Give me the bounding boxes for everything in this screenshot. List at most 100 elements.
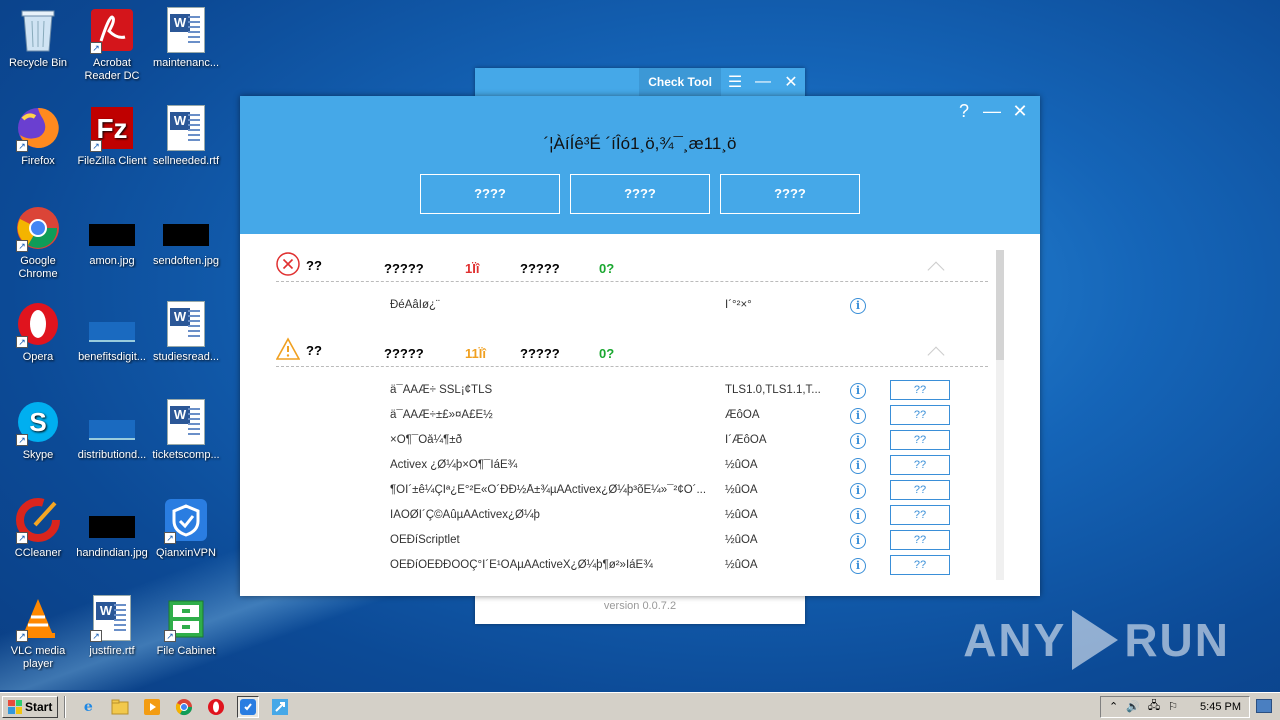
desktop-icon-label: CCleaner [14,547,62,559]
image-thumb-icon [88,496,136,544]
fix-button[interactable]: ?? [890,505,950,525]
desktop-icon-file-cabinet[interactable]: ↗ File Cabinet [148,594,224,658]
explorer-icon[interactable] [109,696,131,718]
desktop-icon-sellneeded[interactable]: W sellneeded.rtf [148,104,224,168]
minimize-icon[interactable]: — [978,100,1006,122]
fix-button[interactable]: ?? [890,530,950,550]
desktop-icon-chrome[interactable]: ↗ Google Chrome [0,204,76,281]
row-name: ä¯ÀÀÆ÷ SSL¡¢TLS [390,384,493,396]
warning-icon [276,337,300,360]
desktop-icon-recycle-bin[interactable]: Recycle Bin [0,6,76,70]
row-name: Activex ¿Ø¼þ×Ô¶¯ÌáÊ¾ [390,459,518,471]
desktop-icon-justfire[interactable]: W ↗ justfire.rtf [74,594,150,658]
action-button-3[interactable]: ???? [720,174,860,214]
desktop-icon-filezilla[interactable]: Fz ↗ FileZilla Client [74,104,150,168]
action-center-icon[interactable]: ⚐ [1168,700,1178,713]
taskbar: Start e ⌃ 🔊 🖧 ⚐ 5:45 PM [0,692,1280,720]
desktop-icon-ticketscomp[interactable]: W ticketscomp... [148,398,224,462]
info-icon[interactable]: i [850,433,866,449]
row-name: ×Ô¶¯Òå¼¶±ð [390,434,463,446]
section-count-ok: 0? [599,346,615,361]
desktop-icon-label: Recycle Bin [8,57,68,69]
chrome-icon[interactable] [173,696,195,718]
network-icon[interactable]: 🖧 [1148,697,1160,716]
desktop-icon-handindian[interactable]: handindian.jpg [74,496,150,560]
collapse-icon[interactable] [927,346,945,364]
check-tool-title[interactable]: Check Tool [639,68,721,96]
result-window[interactable]: ? — ✕ ´¦ÀíÍê³É ´íÎó1¸ö,¾¯¸æ11¸ö ???? ???… [240,96,1040,596]
desktop-icon-amon[interactable]: amon.jpg [74,204,150,268]
desktop-icon-sendoften[interactable]: sendoften.jpg [148,204,224,268]
desktop-icon-label: Firefox [21,155,55,167]
info-icon[interactable]: i [850,483,866,499]
check-tool-titlebar[interactable]: Check Tool ☰ — ✕ [475,68,805,96]
opera-icon: ↗ [14,300,62,348]
desktop-icon-firefox[interactable]: ↗ Firefox [0,104,76,168]
section-name: ?? [306,343,322,358]
fix-button[interactable]: ?? [890,555,950,575]
media-player-icon[interactable] [141,696,163,718]
check-tool-icon[interactable] [269,696,291,718]
desktop-icon-opera[interactable]: ↗ Opera [0,300,76,364]
vpn-icon[interactable] [237,695,260,718]
desktop-icon-ccleaner[interactable]: ↗ CCleaner [0,496,76,560]
desktop-icon-skype[interactable]: S ↗ Skype [0,398,76,462]
section-col-label: ????? [520,261,560,276]
opera-icon[interactable] [205,696,227,718]
info-icon[interactable]: i [850,298,866,314]
fix-button[interactable]: ?? [890,430,950,450]
desktop-icon-label: justfire.rtf [89,645,135,657]
start-button[interactable]: Start [2,695,59,718]
action-button-1[interactable]: ???? [420,174,560,214]
desktop-icon-studiesread[interactable]: W studiesread... [148,300,224,364]
close-icon[interactable]: ✕ [777,72,805,92]
collapse-icon[interactable] [927,261,945,279]
word-doc-icon: W [162,6,210,54]
info-icon[interactable]: i [850,508,866,524]
info-icon[interactable]: i [850,408,866,424]
vpn-icon: ↗ [162,496,210,544]
row-value: ½ûÓÃ [725,559,758,571]
ie-icon[interactable]: e [77,696,99,718]
result-row: ä¯ÀÀÆ÷±£»¤Ä£Ê½ ÆôÓÃ i ?? [240,404,1000,429]
skype-icon: S ↗ [14,398,62,446]
action-button-2[interactable]: ???? [570,174,710,214]
result-row: ÔÊÐíScriptlet ½ûÓÃ i ?? [240,529,1000,554]
row-name: ÔÊÐíÔËÐÐÒÔÇ°Î´Ê¹ÓÃµÄActiveX¿Ø¼þ¶ø²»ÌáÊ¾ [390,559,653,571]
tray-expand-icon[interactable]: ⌃ [1109,700,1118,713]
desktop-icon-label: Skype [22,449,54,461]
fix-button[interactable]: ?? [890,380,950,400]
show-desktop-button[interactable] [1256,699,1272,713]
desktop-icon-label: sendoften.jpg [152,255,220,267]
desktop-icon-acrobat[interactable]: ↗ Acrobat Reader DC [74,6,150,83]
result-row: ÏÂÔØÎ´Ç©ÃûµÄActivex¿Ø¼þ ½ûÓÃ i ?? [240,504,1000,529]
fix-button[interactable]: ?? [890,480,950,500]
row-name: ¶ÔÎ´±ê¼ÇÎª¿É°²È«Ö´ÐÐ½Å±¾µÄActivex¿Ø¼þ³õÊ… [390,484,707,496]
info-icon[interactable]: i [850,383,866,399]
clock[interactable]: 5:45 PM [1200,701,1241,713]
menu-icon[interactable]: ☰ [721,72,749,92]
desktop-icon-maintenance[interactable]: W maintenanc... [148,6,224,70]
fix-button[interactable]: ?? [890,455,950,475]
info-icon[interactable]: i [850,458,866,474]
volume-icon[interactable]: 🔊 [1126,700,1140,713]
section-error-header[interactable]: ?? ????? 1Ïî ????? 0? [276,250,988,282]
help-icon[interactable]: ? [950,100,978,122]
desktop-icon-qianxinvpn[interactable]: ↗ QianxinVPN [148,496,224,560]
desktop-icon-benefits[interactable]: benefitsdigit... [74,300,150,364]
section-col-label: ????? [384,261,424,276]
row-value: ½ûÓÃ [725,534,758,546]
info-icon[interactable]: i [850,558,866,574]
desktop-icon-vlc[interactable]: ↗ VLC media player [0,594,76,671]
row-value: TLS1.0,TLS1.1,T... [725,384,821,396]
desktop-icon-label: ticketscomp... [152,449,220,461]
desktop-icon-distribution[interactable]: distributiond... [74,398,150,462]
section-warning-header[interactable]: ?? ????? 11Ïî ????? 0? [276,335,988,367]
fix-button[interactable]: ?? [890,405,950,425]
info-icon[interactable]: i [850,533,866,549]
result-row: ä¯ÀÀÆ÷ SSL¡¢TLS TLS1.0,TLS1.1,T... i ?? [240,379,1000,404]
minimize-icon[interactable]: — [749,73,777,91]
section-count-error: 1Ïî [465,261,480,276]
desktop-icon-label: Google Chrome [18,255,58,280]
close-icon[interactable]: ✕ [1006,100,1034,122]
